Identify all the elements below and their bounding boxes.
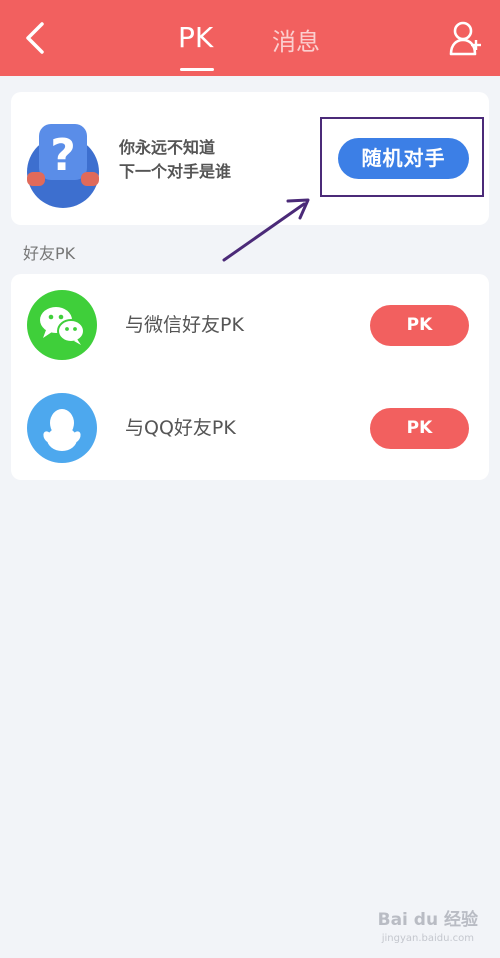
tab-messages[interactable]: 消息: [272, 24, 320, 60]
add-friend-button[interactable]: [448, 18, 484, 58]
list-item: 与微信好友PK PK: [11, 274, 489, 377]
list-item: 与QQ好友PK PK: [11, 377, 489, 480]
slogan-line-1: 你永远不知道: [119, 138, 216, 157]
question-mark-mascot-icon: ?: [27, 124, 99, 208]
qq-pk-button[interactable]: PK: [370, 408, 469, 449]
random-slogan: 你永远不知道 下一个对手是谁: [119, 136, 231, 184]
random-match-card: ? 你永远不知道 下一个对手是谁 随机对手: [11, 92, 489, 225]
back-icon: [26, 22, 44, 54]
watermark-sub: jingyan.baidu.com: [381, 933, 474, 944]
friends-section-title: 好友PK: [23, 244, 76, 263]
svg-text:?: ?: [50, 130, 76, 181]
qq-pk-label: 与QQ好友PK: [125, 417, 236, 439]
tab-pk[interactable]: PK: [178, 20, 213, 56]
watermark: Bai du 经验: [377, 910, 478, 930]
add-friend-icon: [449, 21, 481, 56]
top-bar: PK 消息: [0, 0, 500, 76]
qq-icon: [27, 393, 97, 463]
slogan-line-2: 下一个对手是谁: [119, 162, 232, 181]
back-button[interactable]: [20, 18, 56, 58]
wechat-pk-button[interactable]: PK: [370, 305, 469, 346]
wechat-pk-label: 与微信好友PK: [125, 314, 244, 336]
friends-pk-card: 与微信好友PK PK 与QQ好友PK PK: [11, 274, 489, 480]
random-opponent-button[interactable]: 随机对手: [338, 138, 469, 179]
wechat-icon: [27, 290, 97, 360]
active-tab-indicator: [180, 68, 214, 71]
